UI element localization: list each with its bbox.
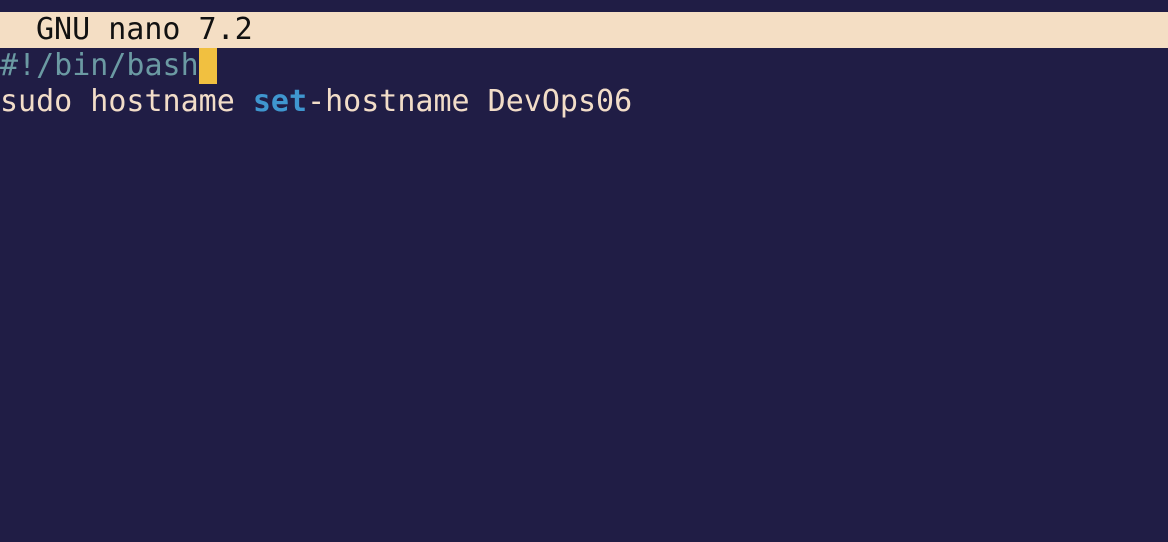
text-editor-area[interactable]: #!/bin/bash sudo hostname set-hostname D… — [0, 48, 1168, 542]
nano-title-bar: GNU nano 7.2 — [0, 12, 1168, 48]
editor-title: GNU nano 7.2 — [36, 12, 253, 47]
editor-line-2[interactable]: sudo hostname set-hostname DevOps06 — [0, 84, 1168, 120]
text-cursor — [198, 48, 217, 84]
command-args-text: -hostname DevOps06 — [307, 84, 633, 119]
editor-line-1[interactable]: #!/bin/bash — [0, 48, 1168, 84]
keyword-token: set — [252, 84, 308, 119]
command-text: sudo hostname — [0, 84, 253, 119]
shebang-token: #!/bin/bash — [0, 48, 199, 83]
window-top-strip — [0, 0, 1168, 12]
terminal-window: GNU nano 7.2 #!/bin/bash sudo hostname s… — [0, 0, 1168, 542]
